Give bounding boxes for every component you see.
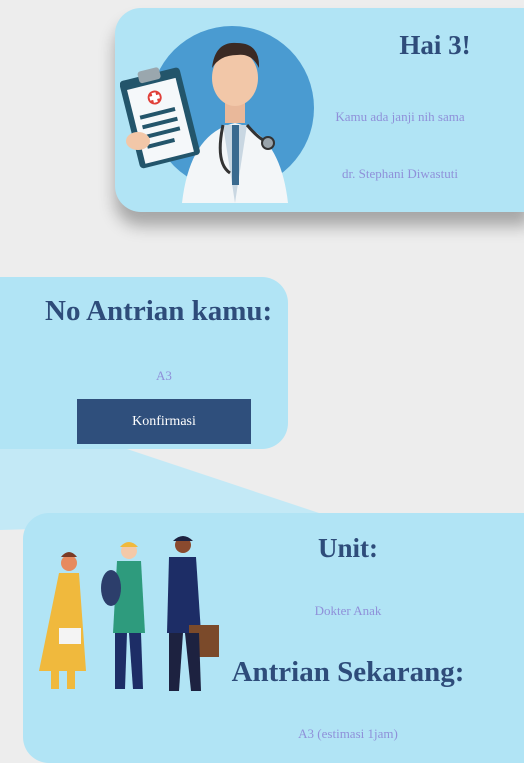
unit-title: Unit:: [318, 533, 378, 563]
current-queue-title: Antrian Sekarang:: [231, 656, 465, 688]
queue-number-card: No Antrian kamu: A3 Konfirmasi: [0, 277, 288, 449]
unit-card: Unit: Dokter Anak Antrian Sekarang: A3 (…: [23, 513, 524, 763]
queue-number-title: No Antrian kamu:: [45, 295, 273, 327]
queue-people-illustration: [39, 536, 219, 691]
appointment-text: Kamu ada janji nih sama: [335, 109, 465, 124]
greeting-title: Hai 3!: [399, 30, 471, 60]
doctor-name: dr. Stephani Diwastuti: [342, 166, 458, 181]
queue-number-value: A3: [156, 368, 172, 383]
current-queue-value: A3 (estimasi 1jam): [298, 726, 398, 741]
unit-value: Dokter Anak: [314, 603, 382, 618]
doctor-greeting-card: Hai 3! Kamu ada janji nih sama dr. Steph…: [115, 8, 524, 212]
doctor-illustration: [120, 26, 314, 203]
confirm-button[interactable]: Konfirmasi: [77, 399, 251, 444]
